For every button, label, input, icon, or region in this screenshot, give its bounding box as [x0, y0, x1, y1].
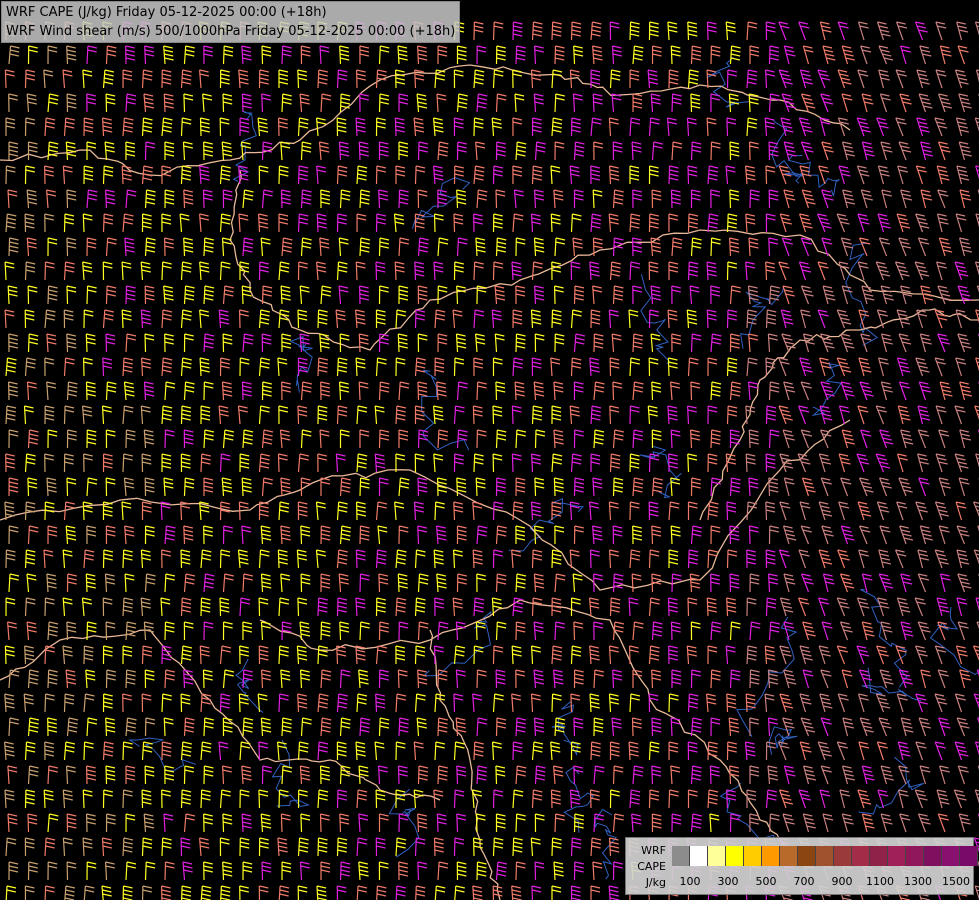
legend-tick: 100 — [679, 875, 701, 888]
title-line-shear: WRF Wind shear (m/s) 500/1000hPa Friday … — [6, 24, 456, 39]
legend-swatch — [870, 846, 888, 866]
legend-swatch — [834, 846, 852, 866]
legend-swatch — [690, 846, 708, 866]
legend-swatch — [888, 846, 906, 866]
title-line-cape: WRF CAPE (J/kg) Friday 05-12-2025 00:00 … — [6, 5, 327, 20]
cape-legend: WRF CAPE J/kg 100 300 500 700 900 1100 1300 150… — [625, 837, 978, 895]
map-title-box: WRF CAPE (J/kg) Friday 05-12-2025 00:00 … — [1, 1, 461, 43]
legend-tick: 1500 — [942, 875, 970, 888]
legend-swatch — [708, 846, 726, 866]
legend-model-label: WRF — [641, 844, 666, 857]
legend-tick: 500 — [755, 875, 777, 888]
legend-tick: 900 — [831, 875, 853, 888]
legend-swatch — [672, 846, 690, 866]
legend-tick: 1100 — [866, 875, 894, 888]
legend-swatch — [798, 846, 816, 866]
legend-field-label: CAPE — [637, 860, 666, 873]
weather-map — [0, 0, 979, 900]
legend-unit-label: J/kg — [645, 876, 666, 889]
legend-swatch — [924, 846, 942, 866]
legend-tick: 700 — [793, 875, 815, 888]
legend-swatch — [852, 846, 870, 866]
legend-color-scale — [672, 846, 978, 866]
legend-tick: 300 — [717, 875, 739, 888]
legend-swatch — [762, 846, 780, 866]
legend-tick-labels: 100 300 500 700 900 1100 1300 1500 — [672, 875, 971, 889]
legend-swatch — [942, 846, 960, 866]
legend-swatch — [906, 846, 924, 866]
legend-swatch — [960, 846, 978, 866]
legend-swatch — [780, 846, 798, 866]
legend-swatch — [726, 846, 744, 866]
legend-tick: 1300 — [904, 875, 932, 888]
legend-swatch — [744, 846, 762, 866]
legend-swatch — [816, 846, 834, 866]
map-background — [0, 0, 979, 900]
